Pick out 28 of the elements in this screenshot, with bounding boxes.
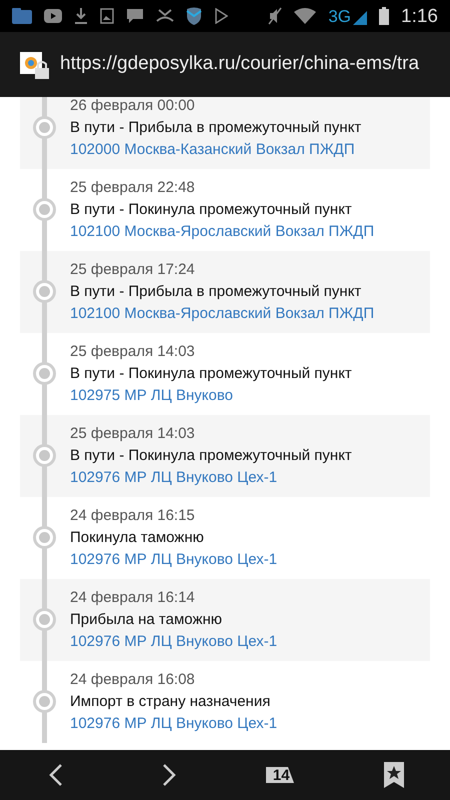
event-date: 25 февраля 22:48 — [70, 178, 195, 198]
event-status: Импорт в страну назначения — [70, 692, 270, 712]
event-date: 25 февраля 14:03 — [70, 342, 195, 362]
event-date: 24 февраля 16:08 — [70, 670, 195, 690]
event-date: 25 февраля 17:24 — [70, 260, 195, 280]
event-status: Покинула таможню — [70, 528, 204, 548]
event-date: 25 февраля 14:03 — [70, 424, 195, 444]
event-status: В пути - Покинула промежуточный пункт — [70, 364, 352, 384]
event-date: 24 февраля 16:14 — [70, 588, 195, 608]
clock-time: 1:16 — [401, 6, 438, 26]
event-location[interactable]: 102976 МР ЛЦ Внуково Цех-1 — [70, 713, 278, 735]
network-type: 3G — [328, 8, 352, 24]
event-status: В пути - Покинула промежуточный пункт — [70, 446, 352, 466]
event-date: 24 февраля 16:15 — [70, 506, 195, 526]
event-location[interactable]: 102976 МР ЛЦ Внуково Цех-1 — [70, 631, 278, 653]
event-location[interactable]: 102976 МР ЛЦ Внуково Цех-1 — [70, 549, 278, 571]
event-status: В пути - Прибыла в промежуточный пункт — [70, 282, 362, 302]
url-text[interactable]: https://gdeposylka.ru/courier/china-ems/tra — [60, 50, 420, 79]
tabs-button[interactable]: 14 — [251, 755, 312, 795]
event-status: Прибыла на таможню — [70, 610, 222, 630]
event-status: В пути - Покинула промежуточный пункт — [70, 200, 352, 220]
event-date: 26 февраля 00:00 — [70, 97, 195, 116]
event-location[interactable]: 102100 Москва-Ярославский Вокзал ПЖДП — [70, 221, 374, 243]
event-location[interactable]: 102000 Москва-Казанский Вокзал ПЖДП — [70, 139, 355, 161]
event-location[interactable]: 102976 МР ЛЦ Внуково Цех-1 — [70, 467, 278, 489]
event-location[interactable]: 102975 МР ЛЦ Внуково — [70, 385, 234, 407]
event-status: В пути - Прибыла в промежуточный пункт — [70, 118, 362, 138]
event-location[interactable]: 102100 Москва-Ярославский Вокзал ПЖДП — [70, 303, 374, 325]
